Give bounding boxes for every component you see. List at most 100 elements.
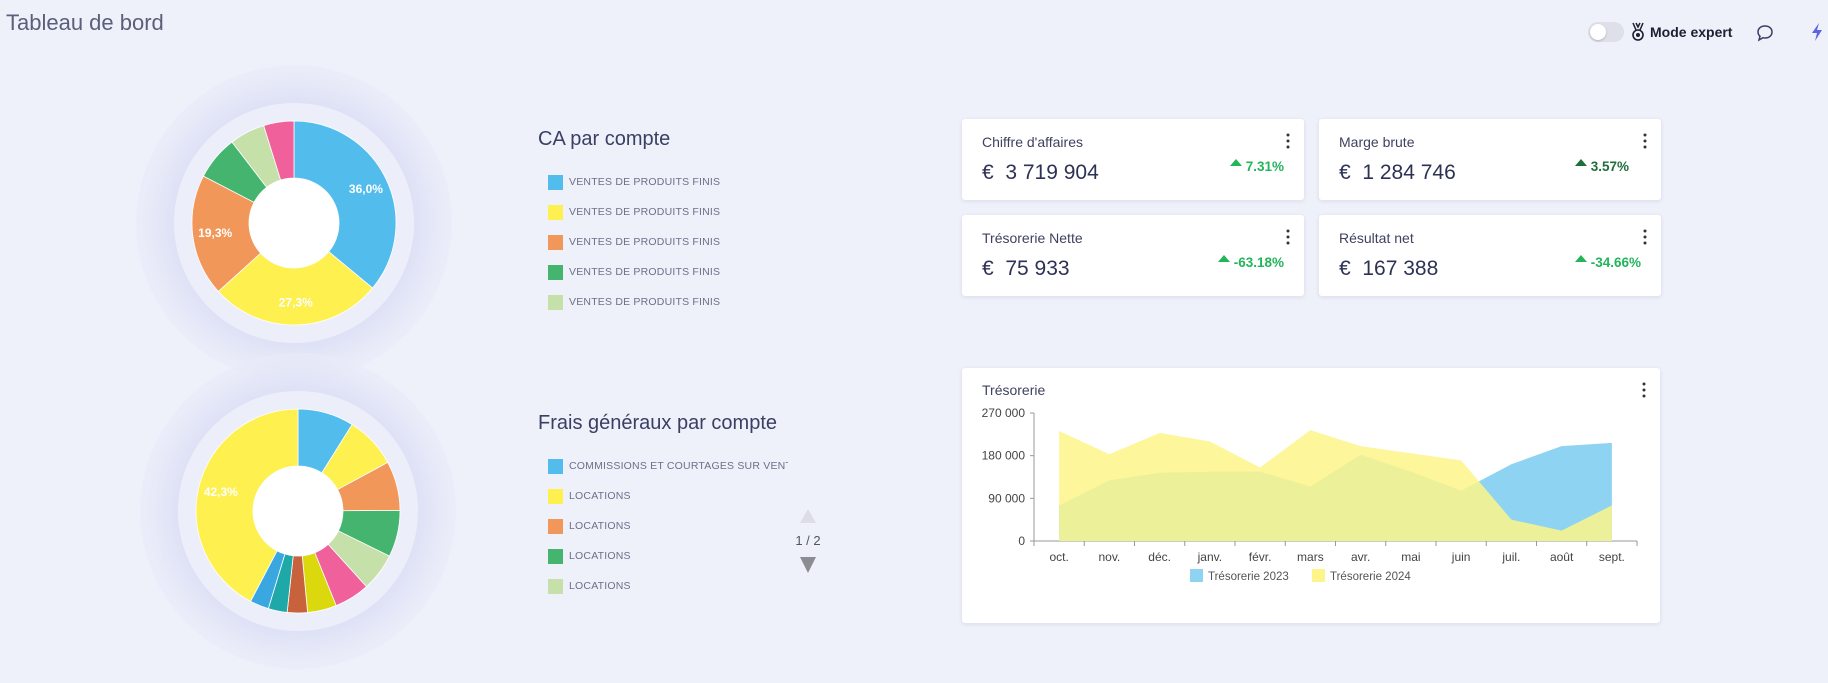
kpi-amount: 75 933 — [1005, 257, 1070, 280]
kpi-change-value: -63.18% — [1233, 255, 1284, 270]
legend-swatch — [548, 548, 563, 564]
x-tick-label: nov. — [1098, 550, 1120, 564]
legend-swatch — [548, 488, 563, 504]
chart-legend-label[interactable]: Trésorerie 2023 — [1208, 571, 1289, 583]
x-tick-label: sept. — [1599, 550, 1625, 564]
bolt-icon[interactable] — [1810, 22, 1824, 42]
x-tick-label: janv. — [1197, 550, 1222, 564]
kpi-currency: € — [982, 257, 994, 280]
kpi-title: Trésorerie Nette — [982, 230, 1083, 246]
ca-legend: VENTES DE PRODUITS FINIS VENTES DE PRODUI… — [548, 167, 788, 317]
mode-expert-label[interactable]: Mode expert — [1650, 24, 1732, 40]
y-tick-label: 180 000 — [982, 449, 1026, 463]
trend-up-icon — [1574, 255, 1587, 262]
kpi-change-value: 3.57% — [1590, 159, 1629, 174]
ca-legend-item[interactable]: VENTES DE PRODUITS FINIS — [548, 197, 788, 227]
kpi-card-chiffre-affaires: Chiffre d'affaires € 3 719 904 7.31% — [962, 119, 1304, 200]
x-tick-label: oct. — [1049, 550, 1068, 564]
legend-label: VENTES DE PRODUITS FINIS — [569, 206, 721, 218]
kpi-amount: 167 388 — [1362, 257, 1439, 280]
fg-legend-item[interactable]: COMMISSIONS ET COURTAGES SUR VENTES — [548, 451, 788, 481]
ca-donut-hole — [249, 178, 339, 268]
trend-up-icon — [1229, 159, 1242, 166]
chart-legend-swatch — [1190, 569, 1203, 582]
legend-label: VENTES DE PRODUITS FINIS — [569, 266, 721, 278]
legend-label: VENTES DE PRODUITS FINIS — [569, 236, 721, 248]
more-vertical-icon[interactable] — [1643, 133, 1647, 149]
tresorerie-chart-card: Trésorerie 0 90 000 180 000 270 000 oct. nov.… — [962, 368, 1660, 623]
pager-up-arrow-icon[interactable] — [800, 509, 816, 523]
ca-section-title: CA par compte — [538, 128, 671, 150]
more-vertical-icon[interactable] — [1643, 229, 1647, 245]
legend-label: VENTES DE PRODUITS FINIS — [569, 176, 721, 188]
kpi-card-resultat-net: Résultat net € 167 388 -34.66% — [1319, 215, 1661, 296]
ca-donut-slice-label: 36,0% — [349, 182, 383, 196]
legend-swatch — [548, 578, 563, 594]
kpi-change: 3.57% — [1574, 159, 1629, 174]
ca-legend-item[interactable]: VENTES DE PRODUITS FINIS — [548, 287, 788, 317]
x-tick-label: avr. — [1351, 550, 1370, 564]
kpi-value: € 1 284 746 — [1339, 161, 1456, 185]
ca-legend-item[interactable]: VENTES DE PRODUITS FINIS — [548, 257, 788, 287]
x-tick-label: mars — [1297, 550, 1324, 564]
kpi-title: Marge brute — [1339, 134, 1415, 150]
x-tick-label: févr. — [1249, 550, 1272, 564]
legend-swatch — [548, 458, 563, 474]
fg-donut-hole — [253, 466, 343, 556]
medal-icon — [1632, 22, 1644, 41]
mode-expert-toggle[interactable] — [1588, 22, 1624, 42]
ca-donut-slice-label: 27,3% — [279, 295, 313, 309]
ca-legend-item[interactable]: VENTES DE PRODUITS FINIS — [548, 167, 788, 197]
pager-down-arrow-icon[interactable] — [800, 557, 816, 573]
x-tick-label: mai — [1401, 550, 1420, 564]
legend-label: LOCATIONS — [569, 520, 631, 532]
legend-swatch — [548, 234, 563, 250]
fg-legend-item[interactable]: LOCATIONS — [548, 481, 788, 511]
kpi-card-tresorerie-nette: Trésorerie Nette € 75 933 -63.18% — [962, 215, 1304, 296]
x-tick-label: juil. — [1501, 550, 1520, 564]
fg-legend-item[interactable]: LOCATIONS — [548, 571, 788, 601]
legend-swatch — [548, 264, 563, 280]
kpi-title: Résultat net — [1339, 230, 1414, 246]
legend-swatch — [548, 174, 563, 190]
kpi-currency: € — [1339, 257, 1351, 280]
legend-swatch — [548, 518, 563, 534]
y-tick-label: 90 000 — [988, 491, 1025, 505]
legend-pager: 1 / 2 — [784, 505, 832, 577]
tresorerie-area-chart: 0 90 000 180 000 270 000 oct. nov. déc. janv. fé… — [982, 406, 1638, 583]
fg-donut-chart: 42,3% — [138, 351, 458, 671]
legend-label: LOCATIONS — [569, 580, 631, 592]
kpi-change: -63.18% — [1217, 255, 1284, 270]
fg-section-title: Frais généraux par compte — [538, 412, 778, 434]
ca-donut-svg: 36,0% 27,3% 19,3% — [136, 65, 452, 381]
ca-donut-chart: 36,0% 27,3% 19,3% — [134, 63, 454, 383]
fg-legend-item[interactable]: LOCATIONS — [548, 541, 788, 571]
legend-label: COMMISSIONS ET COURTAGES SUR VENTES — [569, 460, 788, 472]
kpi-change: 7.31% — [1229, 159, 1284, 174]
kpi-value: € 3 719 904 — [982, 161, 1099, 185]
legend-swatch — [548, 294, 563, 310]
x-tick-label: août — [1550, 550, 1574, 564]
kpi-currency: € — [1339, 161, 1351, 184]
kpi-card-marge-brute: Marge brute € 1 284 746 3.57% — [1319, 119, 1661, 200]
kpi-title: Chiffre d'affaires — [982, 134, 1083, 150]
kpi-change: -34.66% — [1574, 255, 1641, 270]
kpi-amount: 1 284 746 — [1362, 161, 1456, 184]
fg-legend-item[interactable]: LOCATIONS — [548, 511, 788, 541]
y-tick-label: 0 — [1018, 534, 1025, 548]
trend-up-icon — [1217, 255, 1230, 262]
legend-swatch — [548, 204, 563, 220]
more-vertical-icon[interactable] — [1286, 133, 1290, 149]
fg-donut-svg: 42,3% — [140, 353, 456, 669]
kpi-value: € 167 388 — [1339, 257, 1438, 281]
kpi-change-value: 7.31% — [1245, 159, 1284, 174]
x-tick-label: juin — [1451, 550, 1471, 564]
legend-label: VENTES DE PRODUITS FINIS — [569, 296, 721, 308]
fg-legend: COMMISSIONS ET COURTAGES SUR VENTES LOCAT… — [548, 451, 788, 601]
fg-donut-slice-label: 42,3% — [204, 485, 238, 499]
chart-legend-label[interactable]: Trésorerie 2024 — [1330, 571, 1411, 583]
more-vertical-icon[interactable] — [1286, 229, 1290, 245]
kpi-value: € 75 933 — [982, 257, 1070, 281]
ca-legend-item[interactable]: VENTES DE PRODUITS FINIS — [548, 227, 788, 257]
chat-icon[interactable] — [1756, 24, 1774, 42]
